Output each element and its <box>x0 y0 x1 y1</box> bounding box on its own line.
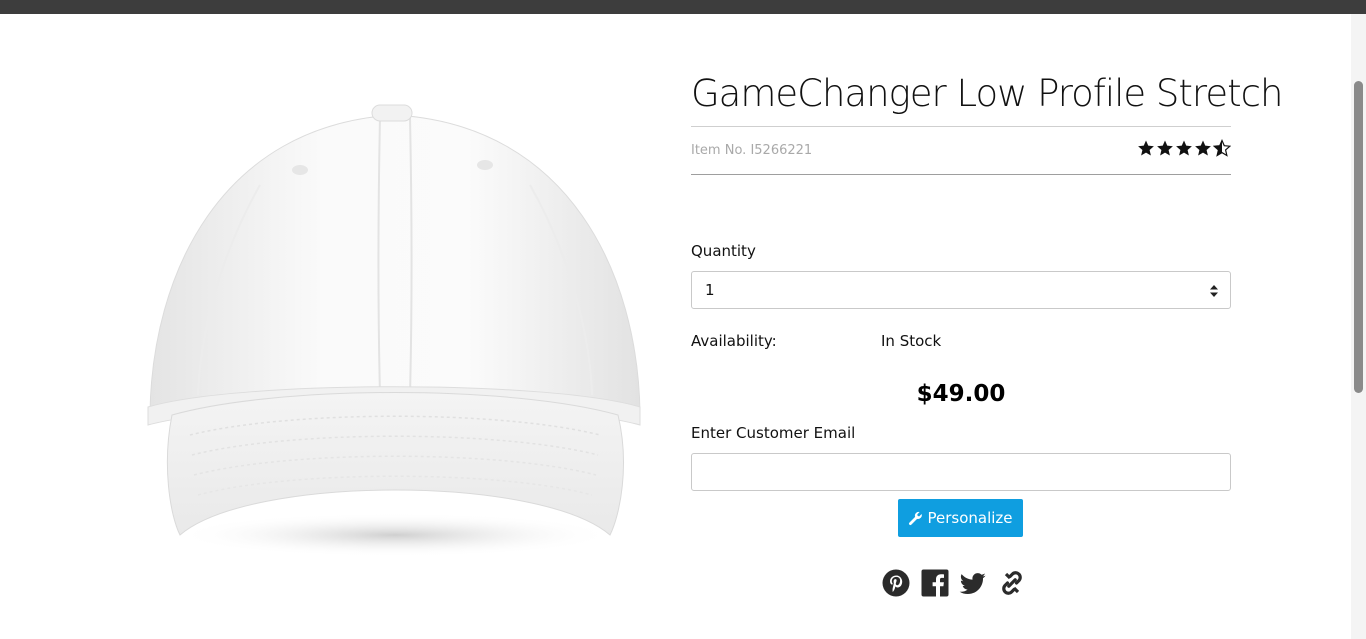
availability-label: Availability: <box>691 332 777 350</box>
personalize-button[interactable]: Personalize <box>898 499 1023 537</box>
divider <box>691 126 1231 127</box>
scrollbar[interactable] <box>1351 14 1366 639</box>
top-bar <box>0 0 1366 14</box>
item-number: Item No. I5266221 <box>691 143 813 158</box>
product-price: $49.00 <box>916 381 1006 407</box>
star-icon <box>1195 140 1211 156</box>
divider <box>691 174 1231 175</box>
wrench-icon <box>909 511 923 525</box>
select-arrows-icon <box>1210 285 1218 297</box>
star-icon <box>1138 140 1154 156</box>
scrollbar-thumb[interactable] <box>1354 81 1363 393</box>
cap-illustration <box>147 104 641 557</box>
half-star-icon <box>1213 139 1231 157</box>
product-image <box>140 95 650 565</box>
personalize-label: Personalize <box>927 509 1013 527</box>
facebook-icon[interactable] <box>920 568 950 598</box>
customer-email-input[interactable] <box>691 453 1231 491</box>
customer-email-label: Enter Customer Email <box>691 424 856 442</box>
rating-stars <box>1137 139 1231 157</box>
quantity-value: 1 <box>705 281 715 299</box>
star-icon <box>1157 140 1173 156</box>
link-icon[interactable] <box>997 568 1027 598</box>
quantity-select[interactable]: 1 <box>691 271 1231 309</box>
pinterest-icon[interactable] <box>881 568 911 598</box>
twitter-icon[interactable] <box>958 568 988 598</box>
product-title: GameChanger Low Profile Stretch <box>691 72 1283 115</box>
quantity-label: Quantity <box>691 242 756 260</box>
availability-value: In Stock <box>881 332 942 350</box>
star-icon <box>1176 140 1192 156</box>
